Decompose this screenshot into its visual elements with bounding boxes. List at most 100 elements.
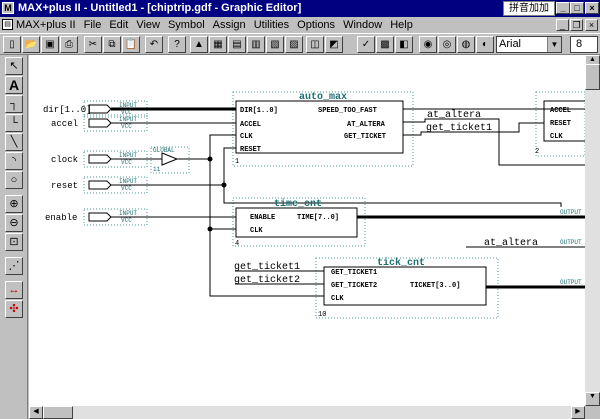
set-project-icon[interactable]: ◩ bbox=[325, 36, 343, 53]
ime-indicator[interactable]: 拼音加加 bbox=[503, 1, 555, 16]
right-block-num: 2 bbox=[535, 148, 539, 156]
time-cnt-num: 4 bbox=[235, 240, 239, 248]
input-pin-dir-shape[interactable] bbox=[88, 104, 112, 114]
input-pin-enable-shape[interactable] bbox=[88, 212, 112, 222]
simulator-icon[interactable]: ▥ bbox=[247, 36, 265, 53]
pin-type: INPUT bbox=[119, 210, 137, 217]
pin-vcc: VCC bbox=[121, 109, 132, 116]
new-icon[interactable]: ▯ bbox=[3, 36, 21, 53]
port-ticket: TICKET[3..0] bbox=[410, 282, 460, 290]
menu-edit[interactable]: Edit bbox=[109, 19, 128, 31]
zoom-in-icon[interactable]: ⊕ bbox=[5, 195, 23, 213]
menu-window[interactable]: Window bbox=[343, 19, 382, 31]
project-icon[interactable]: ◫ bbox=[306, 36, 324, 53]
menu-utilities[interactable]: Utilities bbox=[254, 19, 289, 31]
minimize-icon[interactable]: _ bbox=[556, 2, 570, 14]
port-clk: CLK bbox=[240, 133, 253, 141]
circle-icon[interactable]: ○ bbox=[5, 171, 23, 189]
pin-type: INPUT bbox=[119, 152, 137, 159]
help-icon[interactable]: ? bbox=[168, 36, 186, 53]
simulate-icon[interactable]: ◎ bbox=[438, 36, 456, 53]
auto-max-title: auto_max bbox=[299, 92, 347, 103]
doc-restore-icon[interactable]: ❐ bbox=[570, 19, 583, 31]
input-pin-reset-shape[interactable] bbox=[88, 180, 112, 190]
timing-icon[interactable]: ▧ bbox=[266, 36, 284, 53]
open-icon[interactable]: 📂 bbox=[22, 36, 40, 53]
connect-dots-icon[interactable]: ↔ bbox=[5, 281, 23, 299]
font-size-select[interactable]: 8 bbox=[570, 36, 598, 53]
menu-bar: ▤ MAX+plus II File Edit View Symbol Assi… bbox=[0, 17, 600, 33]
pin-type: INPUT bbox=[119, 102, 137, 109]
maximize-icon[interactable]: □ bbox=[570, 2, 584, 14]
fit-window-icon[interactable]: ⊡ bbox=[5, 233, 23, 251]
save-check-icon[interactable]: ✓ bbox=[357, 36, 375, 53]
menu-options[interactable]: Options bbox=[297, 19, 335, 31]
copy-icon[interactable]: ⧉ bbox=[103, 36, 121, 53]
hierarchy-up-icon[interactable]: ▲ bbox=[190, 36, 208, 53]
port-dir: DIR[1..0] bbox=[240, 107, 278, 115]
rubberband-icon[interactable]: ⋰ bbox=[5, 257, 23, 275]
orthogonal-line-icon[interactable]: ┐ bbox=[5, 95, 23, 113]
net-get-ticket1-2: get_ticket1 bbox=[234, 261, 300, 273]
port-clk: CLK bbox=[331, 295, 344, 303]
save-icon[interactable]: ▣ bbox=[41, 36, 59, 53]
menu-symbol[interactable]: Symbol bbox=[168, 19, 205, 31]
pin-label-dir: dir[1..0] bbox=[43, 105, 92, 115]
save-compile-icon[interactable]: ▩ bbox=[376, 36, 394, 53]
document-icon[interactable]: ▤ bbox=[2, 19, 13, 30]
global-num: 11 bbox=[153, 166, 161, 173]
print-icon[interactable]: ⎙ bbox=[60, 36, 78, 53]
programmer-icon[interactable]: ▨ bbox=[285, 36, 303, 53]
net-at-altera: at_altera bbox=[427, 109, 481, 121]
compiler-icon[interactable]: ▤ bbox=[228, 36, 246, 53]
timing-analyze-icon[interactable]: ◍ bbox=[457, 36, 475, 53]
scroll-left-icon[interactable]: ◀ bbox=[29, 406, 43, 419]
pin-type: INPUT bbox=[119, 178, 137, 185]
program-icon[interactable]: ◐ bbox=[476, 36, 494, 53]
doc-minimize-icon[interactable]: _ bbox=[556, 19, 569, 31]
menu-maxplus[interactable]: MAX+plus II bbox=[16, 19, 76, 31]
pin-vcc: VCC bbox=[121, 217, 132, 224]
horizontal-scrollbar[interactable]: ◀ ▶ bbox=[29, 406, 585, 419]
global-label: GLOBAL bbox=[153, 147, 175, 154]
menu-help[interactable]: Help bbox=[390, 19, 413, 31]
compile-icon[interactable]: ◉ bbox=[419, 36, 437, 53]
cut-icon[interactable]: ✂ bbox=[84, 36, 102, 53]
output-label: OUTPUT bbox=[560, 239, 582, 246]
paste-icon[interactable]: 📋 bbox=[122, 36, 140, 53]
scroll-down-icon[interactable]: ▼ bbox=[585, 392, 600, 406]
disconnect-icon[interactable]: ✣ bbox=[5, 300, 23, 318]
port-accel: ACCEL bbox=[240, 121, 261, 129]
save-simulate-icon[interactable]: ◧ bbox=[395, 36, 413, 53]
doc-close-icon[interactable]: × bbox=[585, 19, 598, 31]
menu-assign[interactable]: Assign bbox=[213, 19, 246, 31]
vscroll-thumb[interactable] bbox=[585, 64, 600, 90]
pin-label-accel: accel bbox=[51, 119, 78, 129]
font-select[interactable]: Arial ▼ bbox=[496, 36, 562, 53]
output-label: OUTPUT bbox=[560, 209, 582, 216]
text-tool-icon[interactable]: A bbox=[5, 76, 23, 94]
port-reset: RESET bbox=[240, 146, 261, 154]
app-icon[interactable]: M bbox=[2, 2, 14, 14]
port-time: TIME[7..0] bbox=[297, 214, 339, 222]
arc-icon[interactable]: ◝ bbox=[5, 152, 23, 170]
input-pin-accel-shape[interactable] bbox=[88, 118, 112, 128]
port-speed-too-fast: SPEED_TOO_FAST bbox=[318, 107, 377, 115]
select-arrow-icon[interactable]: ↖ bbox=[5, 57, 23, 75]
vertical-scrollbar[interactable]: ▲ ▼ bbox=[585, 55, 600, 406]
scroll-right-icon[interactable]: ▶ bbox=[571, 406, 585, 419]
orthogonal-line-2-icon[interactable]: └ bbox=[5, 114, 23, 132]
close-icon[interactable]: × bbox=[585, 2, 599, 14]
tick-cnt-title: tick_cnt bbox=[377, 257, 425, 269]
port-get-ticket: GET_TICKET bbox=[344, 133, 386, 141]
menu-file[interactable]: File bbox=[84, 19, 102, 31]
diagonal-line-icon[interactable]: ╲ bbox=[5, 133, 23, 151]
zoom-out-icon[interactable]: ⊖ bbox=[5, 214, 23, 232]
schematic-canvas[interactable]: dir[1..0] accel clock reset enable INPUT… bbox=[29, 55, 585, 406]
menu-view[interactable]: View bbox=[136, 19, 160, 31]
floorplan-icon[interactable]: ▦ bbox=[209, 36, 227, 53]
hscroll-thumb[interactable] bbox=[43, 406, 73, 419]
input-pin-clock-shape[interactable] bbox=[88, 154, 112, 164]
chevron-down-icon[interactable]: ▼ bbox=[547, 37, 561, 52]
undo-icon[interactable]: ↶ bbox=[145, 36, 163, 53]
